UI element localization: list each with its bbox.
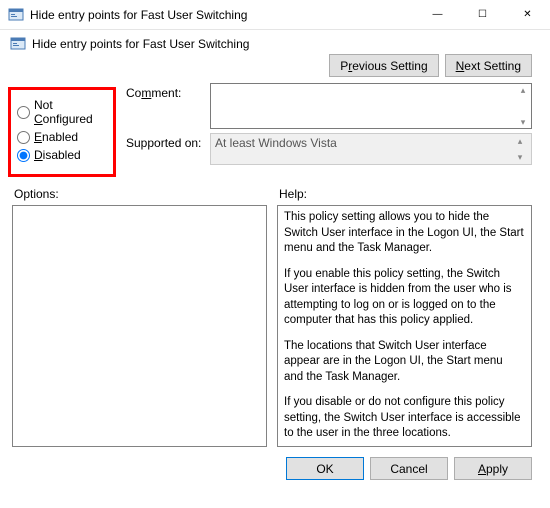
help-paragraph: This policy setting allows you to hide t… [284, 210, 525, 257]
header: Hide entry points for Fast User Switchin… [0, 30, 550, 54]
supported-scroll[interactable]: ▴ ▾ [513, 136, 527, 162]
scroll-down-icon[interactable]: ▾ [513, 152, 527, 162]
close-button[interactable]: ✕ [505, 0, 550, 30]
options-panel [12, 205, 267, 447]
help-panel: This policy setting allows you to hide t… [277, 205, 532, 447]
radio-not-configured-label[interactable]: Not Configured [34, 98, 111, 126]
apply-button[interactable]: Apply [454, 457, 532, 480]
radio-enabled[interactable] [17, 131, 30, 144]
radio-enabled-label[interactable]: Enabled [34, 130, 78, 144]
scroll-up-icon[interactable]: ▴ [516, 85, 530, 95]
help-label: Help: [279, 187, 532, 201]
radio-group-highlight: Not Configured Enabled Disabled [8, 87, 116, 177]
titlebar: Hide entry points for Fast User Switchin… [0, 0, 550, 30]
radio-disabled[interactable] [17, 149, 30, 162]
window-title: Hide entry points for Fast User Switchin… [30, 8, 415, 22]
radio-disabled-label[interactable]: Disabled [34, 148, 81, 162]
cancel-button[interactable]: Cancel [370, 457, 448, 480]
options-label: Options: [14, 187, 267, 201]
next-setting-button[interactable]: Next Setting [445, 54, 532, 77]
ok-button[interactable]: OK [286, 457, 364, 480]
app-icon [8, 7, 24, 23]
minimize-button[interactable]: — [415, 0, 460, 30]
supported-on-value: At least Windows Vista [215, 136, 513, 162]
scroll-down-icon[interactable]: ▾ [516, 117, 530, 127]
supported-on-box: At least Windows Vista ▴ ▾ [210, 133, 532, 165]
help-paragraph: If you disable or do not configure this … [284, 395, 525, 442]
previous-setting-button[interactable]: Previous Setting [329, 54, 438, 77]
maximize-button[interactable]: ☐ [460, 0, 505, 30]
comment-textarea[interactable] [210, 83, 532, 129]
radio-not-configured[interactable] [17, 106, 30, 119]
comment-scroll[interactable]: ▴ ▾ [516, 85, 530, 127]
scroll-up-icon[interactable]: ▴ [513, 136, 527, 146]
comment-label: Comment: [126, 83, 206, 100]
help-paragraph: If you enable this policy setting, the S… [284, 267, 525, 329]
policy-title: Hide entry points for Fast User Switchin… [32, 37, 540, 51]
supported-label: Supported on: [126, 133, 206, 150]
help-paragraph: The locations that Switch User interface… [284, 339, 525, 386]
policy-icon [10, 36, 26, 52]
